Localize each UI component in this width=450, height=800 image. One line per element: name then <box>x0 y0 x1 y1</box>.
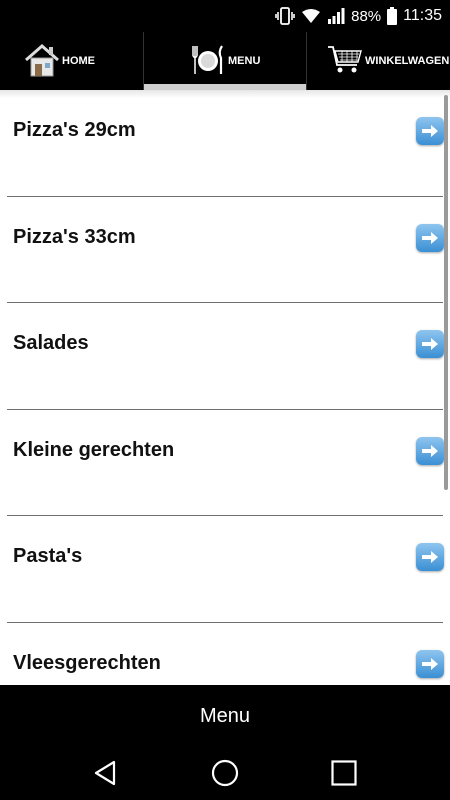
arrow-right-icon[interactable] <box>416 436 444 465</box>
tab-menu-label: MENU <box>228 55 261 67</box>
wifi-icon <box>301 8 321 24</box>
bottom-title-bar: Menu <box>0 685 450 747</box>
list-item[interactable]: Vleesgerechten <box>7 623 444 686</box>
list-item-label: Vleesgerechten <box>13 651 161 674</box>
list-item-label: Pizza's 29cm <box>13 119 136 141</box>
list-item[interactable]: Pasta's <box>7 516 444 623</box>
tab-home[interactable]: HOME <box>0 32 143 90</box>
status-time: 11:35 <box>403 7 442 24</box>
list-item-label: Pizza's 33cm <box>13 225 136 248</box>
arrow-right-icon[interactable] <box>416 330 444 358</box>
arrow-right-icon[interactable] <box>416 117 444 145</box>
home-icon <box>24 42 60 81</box>
tab-winkelwagen[interactable]: WINKELWAGEN <box>307 32 450 90</box>
shopping-cart-icon <box>327 42 363 81</box>
tab-winkelwagen-label: WINKELWAGEN <box>365 55 450 67</box>
bottom-title: Menu <box>199 704 251 727</box>
recents-icon[interactable] <box>328 757 360 789</box>
vibrate-icon <box>275 7 295 25</box>
back-icon[interactable] <box>90 757 122 789</box>
home-circle-icon[interactable] <box>209 757 241 789</box>
battery-icon <box>387 7 398 25</box>
menu-category-list[interactable]: Pizza's 29cm Pizza's 33cm Salades Kleine… <box>0 90 450 685</box>
list-item[interactable]: Kleine gerechten <box>7 410 444 516</box>
list-item-label: Pasta's <box>13 545 83 567</box>
battery-percent: 88% <box>351 7 382 25</box>
top-navigation: HOME MENU WINKELWAGEN <box>0 32 450 90</box>
plate-cutlery-icon <box>190 42 226 81</box>
list-item[interactable]: Salades <box>7 303 444 410</box>
signal-icon <box>327 8 345 24</box>
list-item[interactable]: Pizza's 29cm <box>7 90 444 197</box>
list-item-label: Kleine gerechten <box>13 438 175 461</box>
tab-home-label: HOME <box>62 55 95 67</box>
arrow-right-icon[interactable] <box>416 223 444 252</box>
android-navigation-bar <box>0 747 450 800</box>
arrow-right-icon[interactable] <box>416 649 444 678</box>
status-icons: 88% 11:35 <box>275 0 442 32</box>
arrow-right-icon[interactable] <box>416 543 444 571</box>
status-bar: 88% 11:35 <box>0 0 450 32</box>
list-item[interactable]: Pizza's 33cm <box>7 197 444 303</box>
tab-menu[interactable]: MENU <box>143 32 307 90</box>
list-item-label: Salades <box>13 332 89 354</box>
scrollbar[interactable] <box>444 95 448 490</box>
